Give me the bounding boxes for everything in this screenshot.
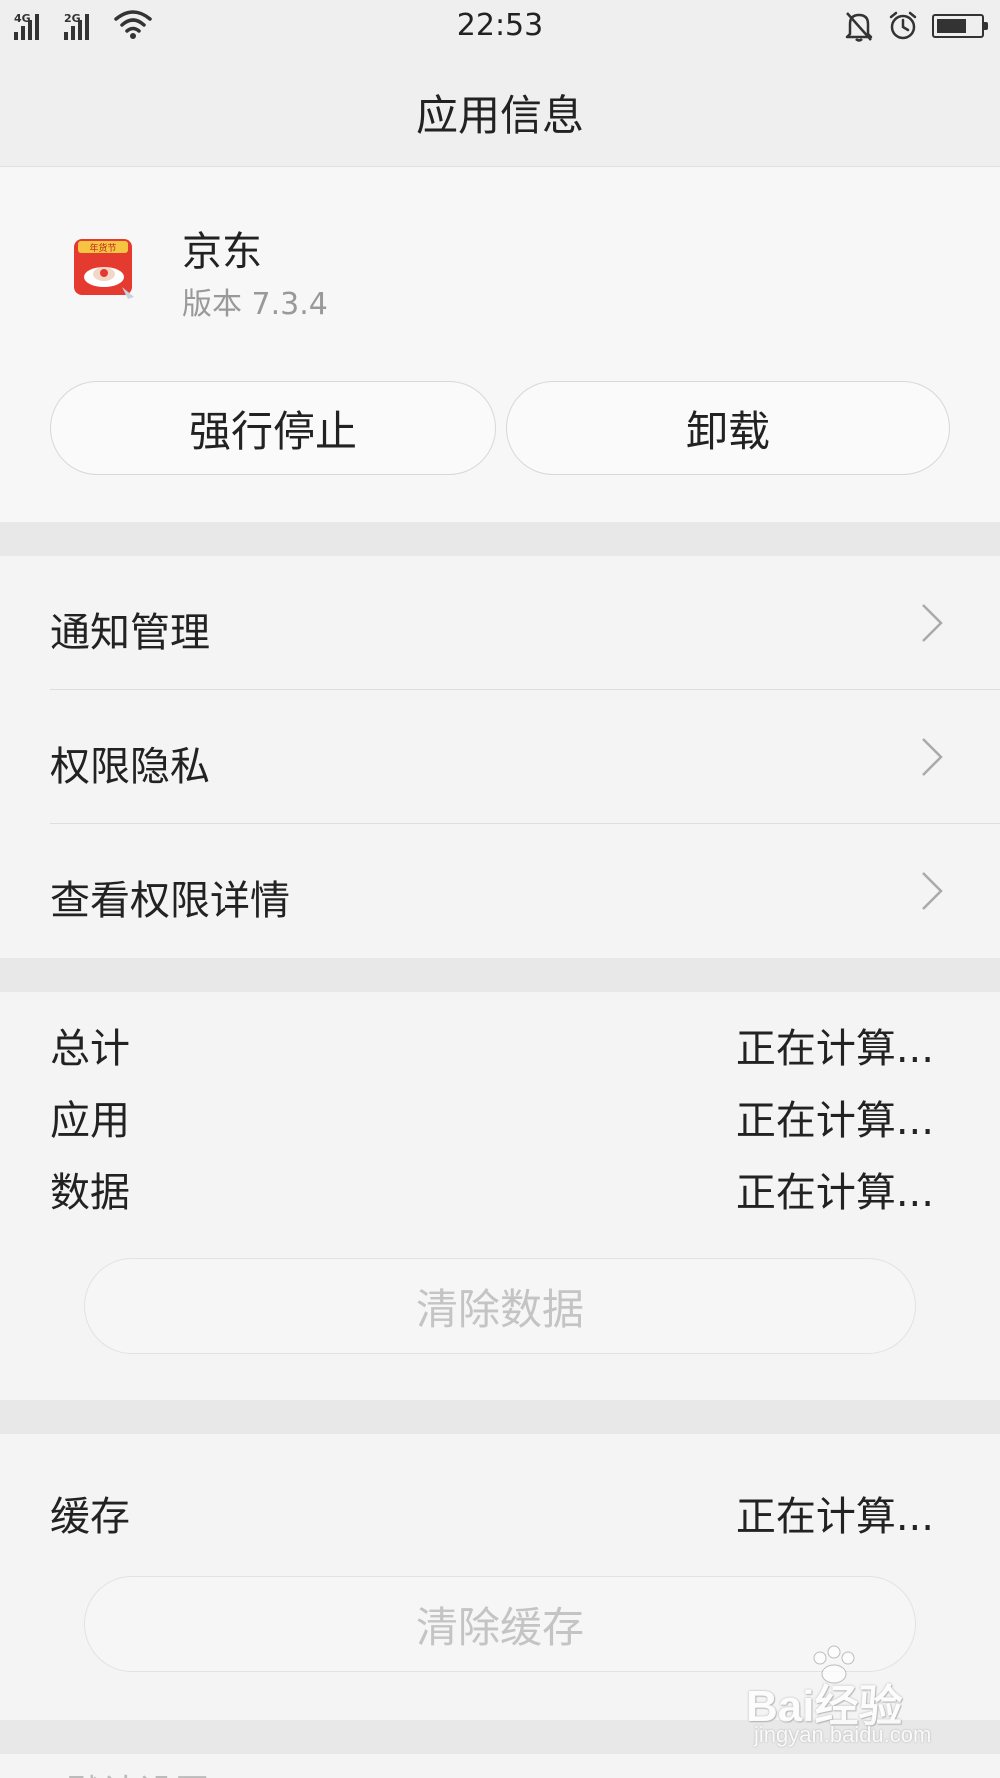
storage-row-label: 总计 (50, 1026, 130, 1072)
storage-row-total: 总计 正在计算... (0, 1008, 1000, 1072)
app-name: 京东 (182, 229, 262, 275)
battery-fill (937, 19, 966, 33)
storage-row-value: 正在计算... (735, 1026, 934, 1072)
watermark-url: jingyan.baidu.com (754, 1722, 932, 1747)
menu-item-label: 通知管理 (50, 610, 210, 656)
menu-item-notifications[interactable]: 通知管理 (0, 556, 1000, 690)
cache-value: 正在计算... (735, 1494, 934, 1540)
chevron-right-icon (922, 872, 943, 910)
footer-peek-text: 默认设置 (66, 1764, 210, 1778)
next-section-peek: 默认设置 (0, 1754, 1000, 1778)
title-bar: 应用信息 (0, 52, 1000, 167)
storage-row-data: 数据 正在计算... (0, 1152, 1000, 1216)
storage-row-label: 应用 (50, 1098, 130, 1144)
app-icon-text: 年货节 (89, 242, 116, 254)
cache-label: 缓存 (50, 1494, 130, 1540)
storage-section: 总计 正在计算... 应用 正在计算... 数据 正在计算... 清除数据 (0, 992, 1000, 1400)
settings-menu: 通知管理 权限隐私 查看权限详情 (0, 556, 1000, 958)
status-right (844, 10, 988, 42)
menu-item-label: 查看权限详情 (50, 878, 290, 924)
force-stop-button[interactable]: 强行停止 (50, 381, 496, 475)
section-gap (0, 958, 1000, 992)
cache-row: 缓存 正在计算... (0, 1476, 1000, 1540)
storage-row-value: 正在计算... (735, 1098, 934, 1144)
clear-data-button[interactable]: 清除数据 (84, 1258, 916, 1354)
page-title: 应用信息 (415, 91, 584, 140)
storage-row-label: 数据 (50, 1170, 130, 1216)
menu-item-permissions-privacy[interactable]: 权限隐私 (0, 690, 1000, 824)
section-gap (0, 1400, 1000, 1434)
jd-app-icon: 年货节 (74, 239, 134, 299)
chevron-right-icon (922, 738, 943, 776)
menu-item-permission-details[interactable]: 查看权限详情 (0, 824, 1000, 958)
alarm-icon (889, 11, 917, 40)
chevron-right-icon (922, 604, 943, 642)
menu-item-label: 权限隐私 (50, 744, 210, 790)
section-gap (0, 522, 1000, 556)
uninstall-button[interactable]: 卸载 (506, 381, 950, 475)
storage-row-value: 正在计算... (735, 1170, 934, 1216)
mute-bell-icon (845, 12, 873, 42)
status-bar: 4G 2G 22:53 (0, 0, 1000, 52)
storage-row-app: 应用 正在计算... (0, 1080, 1000, 1144)
battery-icon (932, 14, 988, 38)
baidu-watermark: Bai经验 jingyan.baidu.com (746, 1644, 946, 1754)
app-version: 版本 7.3.4 (182, 287, 328, 322)
app-info-card: 年货节 京东 版本 7.3.4 强行停止 卸载 (0, 167, 1000, 522)
